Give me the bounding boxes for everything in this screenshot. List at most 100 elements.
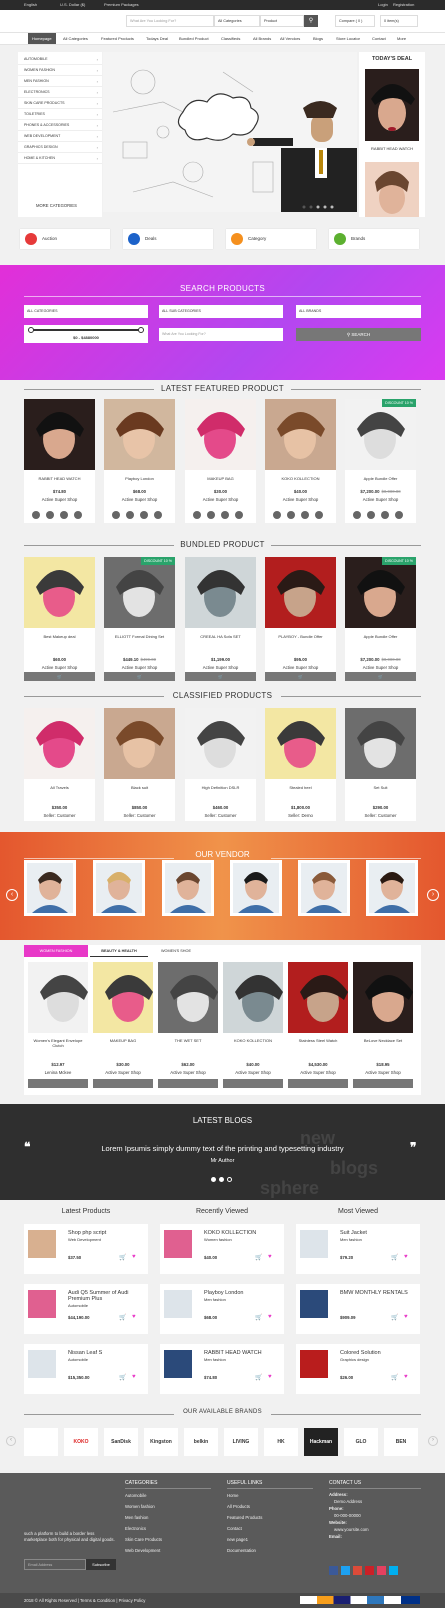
vendor-avatar[interactable] [230, 860, 282, 916]
nav-classifieds[interactable]: Classifieds [221, 36, 240, 41]
cart-icon[interactable] [221, 511, 229, 519]
nav-contact[interactable]: Contact [372, 36, 386, 41]
deal-image[interactable] [365, 69, 419, 141]
product-name[interactable]: Apple Bundle Offer [345, 634, 416, 639]
footer-link[interactable]: Documentation [227, 1548, 256, 1553]
product-image[interactable] [28, 962, 99, 1034]
nav-featured[interactable]: Featured Products [101, 36, 134, 41]
sidebar-item-men-fashion[interactable]: MEN FASHION › [18, 76, 102, 87]
compare-icon[interactable] [273, 511, 281, 519]
view-icon[interactable] [154, 511, 162, 519]
add-to-cart-button[interactable] [288, 1079, 348, 1088]
mini-product-thumb[interactable] [28, 1290, 56, 1318]
type-select[interactable]: Product [260, 15, 304, 27]
language-select[interactable]: English [24, 2, 37, 7]
sidebar-item-graphics[interactable]: GRAPHICS DESIGN › [18, 142, 102, 153]
compare-icon[interactable] [32, 511, 40, 519]
cart-icon[interactable]: 🛒 [119, 1314, 126, 1321]
footer-link[interactable]: Automobile [125, 1493, 147, 1498]
sidebar-item-toiletries[interactable]: TOILETRIES › [18, 109, 102, 120]
wishlist-icon[interactable] [367, 511, 375, 519]
heart-icon[interactable]: ♥ [132, 1254, 136, 1260]
nav-brands[interactable]: All Brands [253, 36, 271, 41]
all-categories-select[interactable]: ALL CATEGORIES [24, 305, 148, 318]
heart-icon[interactable]: ♥ [268, 1314, 272, 1320]
newsletter-email-input[interactable]: Email Address [24, 1559, 86, 1570]
mini-product-title[interactable]: BMW MONTHLY RENTALS [340, 1290, 412, 1296]
product-image[interactable] [288, 962, 359, 1034]
product-name[interactable]: THE WET SET [158, 1038, 218, 1043]
product-card[interactable]: BeLove Necklace Set $18.95 Active Super Sh… [353, 962, 424, 1089]
tab-womens-shoe[interactable]: WOMEN'S SHOE [148, 945, 204, 957]
compare-icon[interactable] [353, 511, 361, 519]
subscribe-button[interactable]: Subscribe [86, 1559, 116, 1570]
mini-product-card[interactable]: Shop php script Web Development $37.50 🛒 ♥ [24, 1224, 148, 1274]
skype-icon[interactable] [389, 1566, 398, 1575]
product-name[interactable]: High Definition DSLR [185, 785, 256, 790]
product-image[interactable] [353, 962, 424, 1034]
login-link[interactable]: Login [378, 2, 388, 7]
brand-logo[interactable]: SanDisk [104, 1428, 138, 1456]
search-input[interactable]: What Are You Looking For? [126, 15, 214, 27]
add-to-cart-button[interactable] [353, 1079, 413, 1088]
cart-icon[interactable] [140, 511, 148, 519]
mini-product-title[interactable]: Audi Q5 Summer of Audi Premium Plus [68, 1290, 140, 1302]
brand-logo[interactable]: Kingston [144, 1428, 178, 1456]
carousel-dot[interactable] [211, 1177, 216, 1182]
vendor-avatar[interactable] [366, 860, 418, 916]
footer-link[interactable]: Skin Care Products [125, 1537, 162, 1542]
website-value[interactable]: www.yoursite.com [334, 1527, 369, 1532]
footer-link[interactable]: All Products [227, 1504, 250, 1509]
logo[interactable] [24, 13, 84, 29]
mini-product-thumb[interactable] [300, 1350, 328, 1378]
heart-icon[interactable]: ♥ [268, 1374, 272, 1380]
mini-product-card[interactable]: RABBIT HEAD WATCH Men fashion $74.80 🛒 ♥ [160, 1344, 284, 1394]
heart-icon[interactable]: ♥ [404, 1254, 408, 1260]
product-card[interactable]: CREEAL HA Sofa SET $1,199.00 Active Super … [185, 557, 256, 681]
sidebar-item-women-fashion[interactable]: WOMEN FASHION › [18, 65, 102, 76]
product-name[interactable]: ELLIOTT Formal Dining Set [104, 634, 175, 639]
compare-button[interactable]: Compare ( 0 ) [335, 15, 375, 27]
product-image[interactable] [104, 557, 175, 628]
brand-logo[interactable]: BEN [384, 1428, 418, 1456]
add-to-cart-button[interactable] [223, 1079, 283, 1088]
product-name[interactable]: KOKO KOLLECTION [223, 1038, 283, 1043]
product-card[interactable]: MAKEUP BAG $30.00 Active Super Shop [93, 962, 164, 1089]
product-image[interactable] [104, 399, 175, 470]
heart-icon[interactable]: ♥ [132, 1374, 136, 1380]
mini-product-card[interactable]: Nissan Leaf S Automobile $15,350.00 🛒 ♥ [24, 1344, 148, 1394]
product-card[interactable]: Stainless Steel Watch $4,530.00 Active Sup… [288, 962, 359, 1089]
product-card[interactable]: DISCOUNT 10 % ELLIOTT Formal Dining Set $4… [104, 557, 175, 681]
footer-link[interactable]: Women fashion [125, 1504, 155, 1509]
product-name[interactable]: PLAYBOY - Bundle Offer [265, 634, 336, 639]
product-image[interactable] [345, 557, 416, 628]
wishlist-icon[interactable] [126, 511, 134, 519]
product-card[interactable]: MAKEUP BAG $30.00 Active Super Shop [185, 399, 256, 523]
product-image[interactable] [265, 708, 336, 779]
sidebar-item-electronics[interactable]: ELECTRONICS › [18, 87, 102, 98]
brands-next-button[interactable]: › [428, 1436, 438, 1446]
category-button[interactable]: Category [226, 229, 316, 249]
carousel-dot[interactable] [219, 1177, 224, 1182]
brand-logo[interactable]: Hackman [304, 1428, 338, 1456]
mini-product-card[interactable]: Playboy London Men fashion $68.00 🛒 ♥ [160, 1284, 284, 1334]
cart-icon[interactable]: 🛒 [391, 1254, 398, 1261]
product-name[interactable]: MAKEUP BAG [93, 1038, 153, 1043]
footer-link[interactable]: Home [227, 1493, 238, 1498]
product-name[interactable]: KOKO KOLLECTION [265, 476, 336, 481]
product-image[interactable] [265, 399, 336, 470]
cart-icon[interactable]: 🛒 [391, 1314, 398, 1321]
cart-button[interactable]: 0 item(s) [380, 15, 418, 27]
brand-logo[interactable]: HK [264, 1428, 298, 1456]
product-name[interactable]: Apple Bundle Offer [345, 476, 416, 481]
footer-link[interactable]: Featured Products [227, 1515, 262, 1520]
view-icon[interactable] [74, 511, 82, 519]
product-name[interactable]: Women's Elegant Envelope Clutch [28, 1038, 88, 1048]
mini-product-card[interactable]: Colored Solution Graphics design $26.00 🛒 ♥ [296, 1344, 420, 1394]
add-to-cart-button[interactable] [28, 1079, 88, 1088]
sidebar-item-automobile[interactable]: AUTOMOBILE › [18, 54, 102, 65]
vendor-avatar[interactable] [24, 860, 76, 916]
premium-link[interactable]: Premium Packages [104, 2, 139, 7]
product-card[interactable]: DISCOUNT 10 % Apple Bundle Offer $7,200.00… [345, 399, 416, 523]
cart-icon[interactable]: 🛒 [391, 1374, 398, 1381]
